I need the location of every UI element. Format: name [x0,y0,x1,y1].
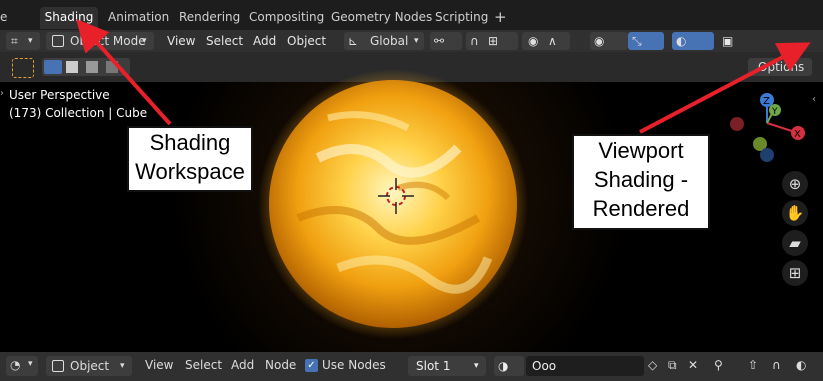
proportional-edit-toggle[interactable]: ◉ ∧ [522,32,570,50]
snap-target-icon: ⊞ [488,34,499,48]
xray-toggle[interactable]: ▣ [722,31,733,51]
select-menu[interactable]: Select [185,358,222,372]
shader-type-label: Object [70,359,110,373]
shader-type-selector[interactable]: Object ▾ [46,356,132,376]
tab-scripting[interactable]: Scripting [435,7,488,29]
navigation-gizmo[interactable]: Z Y X [722,88,812,168]
unlink-material-icon[interactable]: ✕ [688,358,698,372]
magnet-icon: ∩ [470,34,479,48]
proportional-edit-icon: ◉ [528,34,539,48]
tab-animation[interactable]: Animation [108,7,169,29]
slot-label: Slot 1 [416,359,451,373]
chevron-down-icon: ▾ [414,36,419,46]
callout-line: Rendered [592,196,690,221]
chevron-down-icon: ▾ [120,361,125,371]
gizmo-x-label: X [794,129,801,140]
add-menu[interactable]: Add [253,31,276,51]
options-dropdown[interactable]: Options ▾ [748,58,812,92]
object-mode-icon [52,35,64,47]
chevron-down-icon: ▾ [474,361,479,371]
object-menu[interactable]: Object [287,31,326,51]
workspace-tab-bar: e Paint Shading Animation Rendering Comp… [0,0,823,44]
material-slot-selector[interactable]: Slot 1 ▾ [408,356,486,376]
3d-viewport[interactable]: User Perspective (173) Collection | Cube… [0,69,823,352]
callout-line: Workspace [135,159,245,184]
tab-compositing[interactable]: Compositing [249,7,324,29]
gizmo-neg-x-axis[interactable] [730,117,744,131]
browse-material-button[interactable]: ◑ [494,356,524,376]
shading-workspace-callout: Shading Workspace [127,126,253,192]
material-name-field[interactable]: Ooo [526,356,644,376]
pan-hand-icon[interactable]: ✋ [782,200,808,226]
chevron-down-icon: ▾ [142,36,147,46]
gizmo-y-label: Y [771,107,778,117]
tab-geometry-nodes[interactable]: Geometry Nodes [331,7,432,29]
editor-type-icon: ⌗ [11,34,18,48]
node-menu[interactable]: Node [265,358,296,372]
material-name: Ooo [532,359,557,373]
parent-node-tree-icon[interactable]: ⇧ [748,358,758,372]
chevron-down-icon: ▾ [28,359,33,369]
options-label: Options [758,60,805,74]
mode-selector[interactable]: Object Mode ▾ [46,32,154,50]
set-selection-icon[interactable] [44,60,62,74]
view-menu[interactable]: View [145,358,173,372]
extend-selection-icon[interactable] [66,61,78,73]
add-workspace-button[interactable]: + [494,7,507,29]
use-nodes-checkbox[interactable]: ✓ [305,359,318,372]
overlays-toggle[interactable]: ◐ [672,32,714,50]
duplicate-material-icon[interactable]: ⧉ [668,358,677,373]
select-box-tool-icon[interactable] [12,58,34,78]
material-sphere-icon: ◑ [498,359,509,373]
snap-toggle[interactable]: ∩ ⊞ [466,32,518,50]
use-nodes-label: Use Nodes [322,358,386,372]
orthographic-grid-icon[interactable]: ⊞ [782,260,808,286]
view-perspective-label: User Perspective [9,88,110,102]
select-menu[interactable]: Select [206,31,243,51]
overlays-icon: ◐ [676,34,687,48]
add-menu[interactable]: Add [231,358,254,372]
snap-toggle-icon[interactable]: ∩ [772,358,781,372]
gizmo-toggle[interactable]: ⤡ [628,32,664,50]
subtract-selection-icon[interactable] [86,61,98,73]
pivot-icon: ⚯ [434,34,445,48]
callout-line: Viewport [598,138,684,163]
shader-editor-header: ◔ ▾ Object ▾ View Select Add Node ✓ Use … [0,352,823,381]
gizmo-neg-z-axis[interactable] [760,148,774,162]
visibility-selector[interactable]: ◉ [590,32,628,50]
pin-icon[interactable]: ⚲ [714,358,723,372]
object-icon [52,360,64,372]
pivot-point-selector[interactable]: ⚯ [430,32,462,50]
mode-label: Object Mode [70,34,146,48]
editor-type-selector[interactable]: ◔ ▾ [6,356,38,376]
eye-icon: ◉ [594,34,605,48]
orientation-label: Global [370,34,409,48]
tab-shading[interactable]: Shading [40,7,98,29]
callout-line: Shading - [593,167,689,192]
3d-cursor-icon[interactable] [378,178,414,214]
sidebar-expand-icon[interactable]: ‹ [812,94,816,105]
callout-line: Shading [149,130,231,155]
transform-orientation-selector[interactable]: ⊾ Global ▾ [344,32,424,50]
viewport-header: ⌗ ▾ Object Mode ▾ View Select Add Object… [0,30,823,79]
falloff-icon: ∧ [548,34,557,48]
gizmo-z-label: Z [763,96,770,107]
view-menu[interactable]: View [167,31,195,51]
gizmo-icon: ⤡ [632,34,642,48]
fake-user-shield-icon[interactable]: ◇ [648,358,657,372]
zoom-icon[interactable]: ⊕ [782,171,808,197]
node-editor-icon: ◔ [10,358,21,372]
orientation-icon: ⊾ [348,34,359,48]
camera-view-icon[interactable]: ▰ [782,230,808,256]
toolbar-expand-icon[interactable]: › [0,88,4,99]
active-collection-label: (173) Collection | Cube [9,106,148,120]
tab-texture-paint[interactable]: e Paint [0,7,36,44]
overlays-icon[interactable]: ◐ [796,358,806,372]
viewport-shading-callout: Viewport Shading - Rendered [572,134,710,230]
invert-selection-icon[interactable] [106,61,118,73]
tab-rendering[interactable]: Rendering [179,7,240,29]
chevron-down-icon: ▾ [28,36,33,46]
editor-type-selector[interactable]: ⌗ ▾ [6,32,40,50]
selection-mode-group[interactable] [42,58,130,76]
